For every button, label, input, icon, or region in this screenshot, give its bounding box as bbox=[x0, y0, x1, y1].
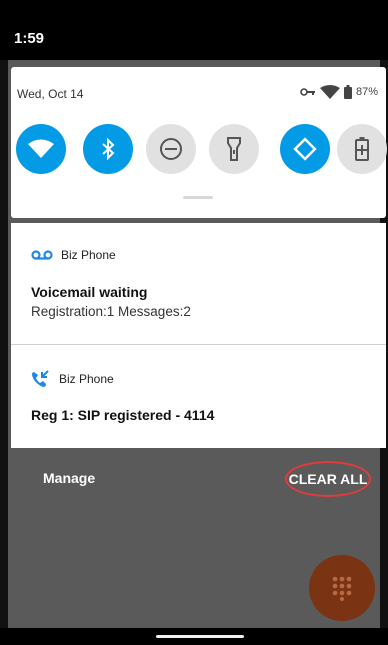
bluetooth-toggle[interactable] bbox=[83, 124, 133, 174]
voicemail-icon bbox=[31, 250, 53, 260]
wifi-toggle[interactable] bbox=[16, 124, 66, 174]
manage-button[interactable]: Manage bbox=[43, 470, 95, 486]
notification-app-row: Biz Phone bbox=[31, 248, 116, 262]
notification-title: Voicemail waiting bbox=[31, 284, 148, 300]
dialpad-icon bbox=[332, 576, 352, 601]
battery-saver-icon bbox=[355, 137, 369, 161]
status-time: 1:59 bbox=[14, 30, 45, 47]
auto-rotate-icon bbox=[293, 137, 317, 161]
notification-text: Reg 1: SIP registered - 4114 bbox=[31, 407, 215, 423]
quick-settings-expand-handle[interactable] bbox=[183, 196, 213, 199]
quick-settings-panel: Wed, Oct 14 87% bbox=[11, 67, 387, 218]
battery-saver-toggle[interactable] bbox=[337, 124, 387, 174]
status-icons: 87% bbox=[300, 85, 378, 99]
notification-app-row: Biz Phone bbox=[31, 370, 114, 388]
status-bar: 1:59 bbox=[0, 0, 388, 64]
clear-all-label: CLEAR ALL bbox=[288, 471, 368, 487]
flashlight-icon bbox=[227, 137, 241, 161]
wifi-icon bbox=[28, 139, 54, 158]
do-not-disturb-icon bbox=[160, 138, 182, 160]
do-not-disturb-toggle[interactable] bbox=[146, 124, 196, 174]
notification-text: Registration:1 Messages:2 bbox=[31, 304, 191, 319]
quick-settings-tiles bbox=[16, 124, 387, 176]
clear-all-button[interactable]: CLEAR ALL bbox=[285, 461, 371, 497]
notification-app-name: Biz Phone bbox=[61, 248, 116, 262]
auto-rotate-toggle[interactable] bbox=[280, 124, 330, 174]
wifi-signal-icon bbox=[319, 85, 340, 99]
date-label[interactable]: Wed, Oct 14 bbox=[17, 87, 83, 101]
phone-callback-icon bbox=[32, 370, 49, 387]
notification-voicemail[interactable]: Biz Phone Voicemail waiting Registration… bbox=[11, 223, 386, 344]
notification-sip-registration[interactable]: Biz Phone Reg 1: SIP registered - 4114 bbox=[11, 345, 386, 448]
scrim-left-edge bbox=[0, 60, 8, 628]
notification-app-name: Biz Phone bbox=[59, 372, 114, 386]
quick-settings-header: Wed, Oct 14 87% bbox=[17, 85, 378, 107]
battery-icon bbox=[343, 85, 352, 99]
battery-percent: 87% bbox=[355, 86, 378, 98]
vpn-key-icon bbox=[300, 88, 315, 96]
home-gesture-handle[interactable] bbox=[156, 635, 244, 638]
dialpad-fab[interactable] bbox=[309, 555, 375, 621]
flashlight-toggle[interactable] bbox=[209, 124, 259, 174]
bluetooth-icon bbox=[102, 138, 115, 160]
